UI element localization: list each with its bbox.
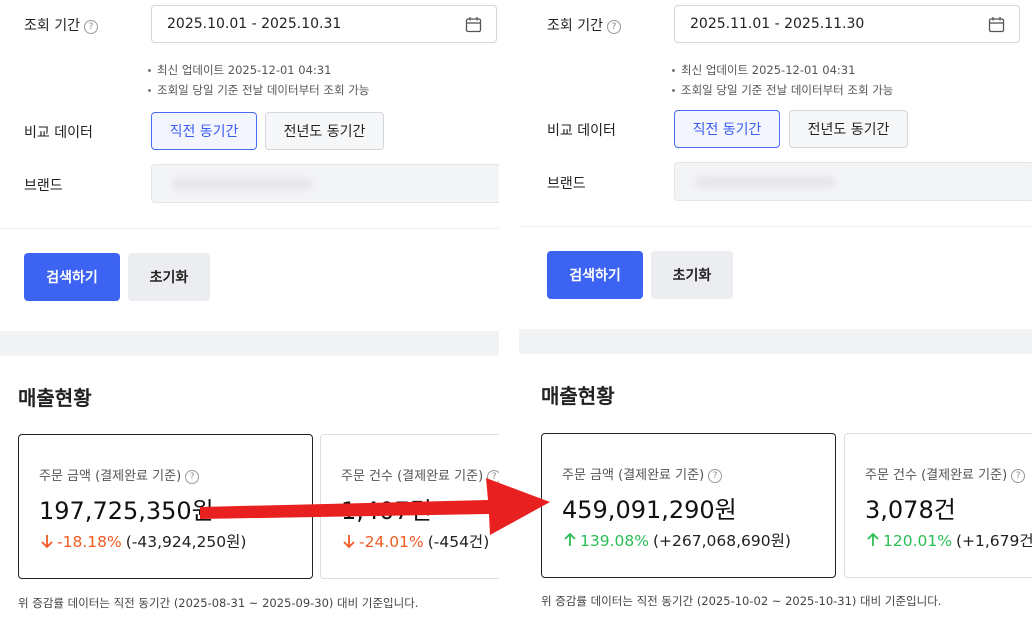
update-notes: 최신 업데이트 2025-12-01 04:31 조회일 당일 기준 전날 데이…: [148, 60, 369, 100]
help-icon[interactable]: ?: [487, 470, 499, 484]
prev-period-button[interactable]: 직전 동기간: [674, 110, 780, 148]
order-amount-value: 459,091,290원: [562, 496, 737, 524]
blurred-brand-value: [695, 176, 835, 188]
calendar-icon[interactable]: [988, 16, 1005, 33]
update-notes: 최신 업데이트 2025-12-01 04:31 조회일 당일 기준 전날 데이…: [672, 60, 893, 100]
compare-label: 비교 데이터: [24, 125, 93, 141]
arrow-down-icon: [343, 535, 355, 549]
bullet-icon: [672, 69, 675, 72]
card-label: 주문 금액 (결제완료 기준)?: [39, 465, 200, 484]
blurred-brand-value: [172, 178, 312, 190]
order-amount-card[interactable]: 주문 금액 (결제완료 기준)? 459,091,290원 139.08% (+2…: [541, 433, 836, 578]
date-range-input[interactable]: 2025.11.01 - 2025.11.30: [674, 5, 1020, 43]
bullet-icon: [148, 89, 151, 92]
date-range-value: 2025.11.01 - 2025.11.30: [690, 16, 865, 32]
note-item: 조회일 당일 기준 전날 데이터부터 조회 가능: [672, 80, 893, 100]
note-item: 최신 업데이트 2025-12-01 04:31: [672, 60, 893, 80]
order-amount-value: 197,725,350원: [39, 497, 214, 525]
compare-label: 비교 데이터: [547, 123, 616, 139]
search-button[interactable]: 검색하기: [547, 251, 643, 299]
section-separator: [0, 331, 499, 356]
calendar-icon[interactable]: [465, 16, 482, 33]
order-amount-card[interactable]: 주문 금액 (결제완료 기준)? 197,725,350원 -18.18% (-4…: [18, 434, 313, 579]
date-range-value: 2025.10.01 - 2025.10.31: [167, 16, 342, 32]
brand-label: 브랜드: [547, 176, 586, 192]
order-count-card[interactable]: 주문 건수 (결제완료 기준)? 1,407건 -24.01% (-454건): [320, 434, 499, 579]
divider: [0, 228, 499, 229]
period-label: 조회 기간?: [547, 15, 621, 35]
bullet-icon: [148, 69, 151, 72]
reset-button[interactable]: 초기화: [651, 251, 733, 299]
prev-year-button[interactable]: 전년도 동기간: [789, 110, 908, 148]
help-icon[interactable]: ?: [83, 20, 98, 34]
dashboard-panel-november: 조회 기간? 2025.11.01 - 2025.11.30 최신 업데이트 2…: [519, 0, 1032, 620]
card-label: 주문 건수 (결제완료 기준)?: [865, 464, 1026, 483]
help-icon[interactable]: ?: [1011, 469, 1026, 483]
order-count-value: 1,407건: [341, 497, 432, 525]
bullet-icon: [672, 89, 675, 92]
help-icon[interactable]: ?: [185, 470, 200, 484]
arrow-up-icon: [867, 532, 879, 546]
date-range-input[interactable]: 2025.10.01 - 2025.10.31: [151, 5, 497, 43]
order-count-change: -24.01% (-454건): [341, 530, 489, 552]
order-amount-change: 139.08% (+267,068,690원): [562, 529, 791, 551]
reset-button[interactable]: 초기화: [128, 253, 210, 301]
arrow-down-icon: [41, 535, 53, 549]
search-button[interactable]: 검색하기: [24, 253, 120, 301]
order-count-card[interactable]: 주문 건수 (결제완료 기준)? 3,078건 120.01% (+1,679건): [844, 433, 1032, 578]
help-icon[interactable]: ?: [606, 20, 621, 34]
order-count-change: 120.01% (+1,679건): [865, 529, 1032, 551]
card-label: 주문 금액 (결제완료 기준)?: [562, 464, 723, 483]
comparison-footnote: 위 증감률 데이터는 직전 동기간 (2025-10-02 ~ 2025-10-…: [541, 594, 942, 608]
card-label: 주문 건수 (결제완료 기준)?: [341, 465, 499, 484]
dashboard-panel-october: 조회 기간? 2025.10.01 - 2025.10.31 최신 업데이트 2…: [0, 0, 499, 620]
arrow-up-icon: [564, 532, 576, 546]
brand-label: 브랜드: [24, 178, 63, 194]
section-title: 매출현황: [18, 386, 92, 410]
brand-select[interactable]: [151, 164, 499, 203]
brand-select[interactable]: [674, 162, 1032, 201]
help-icon[interactable]: ?: [708, 469, 723, 483]
comparison-footnote: 위 증감률 데이터는 직전 동기간 (2025-08-31 ~ 2025-09-…: [18, 596, 419, 610]
prev-year-button[interactable]: 전년도 동기간: [265, 112, 384, 150]
note-item: 조회일 당일 기준 전날 데이터부터 조회 가능: [148, 80, 369, 100]
section-title: 매출현황: [541, 384, 615, 408]
note-item: 최신 업데이트 2025-12-01 04:31: [148, 60, 369, 80]
order-count-value: 3,078건: [865, 496, 956, 524]
divider: [519, 226, 1032, 227]
period-label: 조회 기간?: [24, 15, 98, 35]
section-separator: [519, 329, 1032, 354]
prev-period-button[interactable]: 직전 동기간: [151, 112, 257, 150]
order-amount-change: -18.18% (-43,924,250원): [39, 530, 246, 552]
